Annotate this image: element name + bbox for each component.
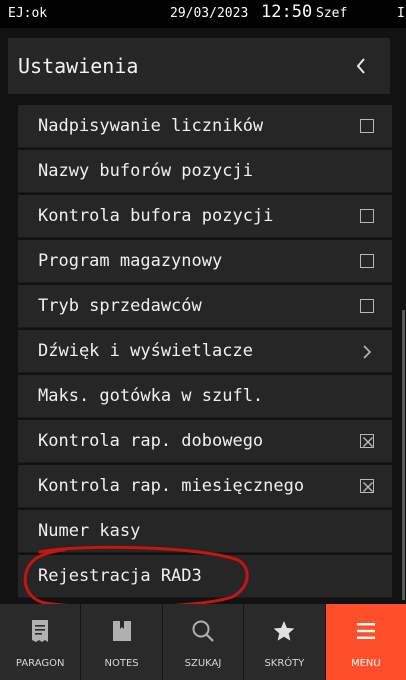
settings-list: Nadpisywanie liczników Nazwy buforów poz… [18,105,392,602]
tab-notes[interactable]: NOTES [81,604,163,680]
status-indicator: I [397,6,405,21]
setting-label: Rejestracja RAD3 [38,566,202,586]
setting-item-kontrola-bufora[interactable]: Kontrola bufora pozycji [18,195,392,238]
checkbox-checked[interactable] [360,479,374,493]
setting-item-kontrola-rap-miesiecznego[interactable]: Kontrola rap. miesięcznego [18,465,392,508]
tab-skroty[interactable]: SKRÓTY [244,604,326,680]
setting-item-dzwiek-i-wyswietlacze[interactable]: Dźwięk i wyświetlacze [18,330,392,373]
checkbox[interactable] [360,254,374,268]
receipt-icon [25,616,55,646]
scrollbar[interactable] [402,310,405,600]
back-button[interactable] [350,38,372,94]
notebook-icon [107,616,137,646]
checkbox[interactable] [360,209,374,223]
status-user: Szef [316,6,348,21]
x-mark-icon [363,482,373,492]
x-mark-icon [363,437,373,447]
setting-item-maks-gotowka[interactable]: Maks. gotówka w szufl. [18,375,392,418]
setting-label: Nadpisywanie liczników [38,116,264,136]
setting-label: Kontrola rap. miesięcznego [38,476,305,496]
setting-item-nadpisywanie-licznikow[interactable]: Nadpisywanie liczników [18,105,392,148]
setting-label: Maks. gotówka w szufl. [38,386,264,406]
tab-label: NOTES [104,658,139,669]
page-title: Ustawienia [18,54,139,78]
menu-icon [351,616,381,646]
setting-label: Nazwy buforów pozycji [38,161,253,181]
setting-label: Kontrola bufora pozycji [38,206,274,226]
ej-status: EJ:ok [8,6,48,21]
setting-item-kontrola-rap-dobowego[interactable]: Kontrola rap. dobowego [18,420,392,463]
setting-label: Numer kasy [38,521,141,541]
star-icon [269,616,299,646]
setting-label: Program magazynowy [38,251,223,271]
checkbox[interactable] [360,299,374,313]
tab-paragon[interactable]: PARAGON [0,604,82,680]
setting-item-nazwy-buforow[interactable]: Nazwy buforów pozycji [18,150,392,193]
checkbox-checked[interactable] [360,434,374,448]
search-icon [188,616,218,646]
bottom-tab-bar: PARAGON NOTES SZUKAJ SKRÓTY MENU [0,604,406,680]
tab-label: MENU [350,658,381,669]
tab-label: SZUKAJ [184,658,222,669]
setting-label: Kontrola rap. dobowego [38,431,264,451]
status-bar: EJ:ok 29/03/2023 12:50 Szef I [0,0,406,28]
setting-item-rejestracja-rad3[interactable]: Rejestracja RAD3 [18,555,392,598]
status-time: 12:50 [261,2,313,22]
tab-menu[interactable]: MENU [325,604,406,680]
chevron-right-icon [360,344,374,359]
tab-label: SKRÓTY [264,658,305,669]
checkbox[interactable] [360,119,374,133]
setting-label: Dźwięk i wyświetlacze [38,341,253,361]
setting-label: Tryb sprzedawców [38,296,202,316]
tab-label: PARAGON [15,658,65,669]
setting-item-numer-kasy[interactable]: Numer kasy [18,510,392,553]
setting-item-program-magazynowy[interactable]: Program magazynowy [18,240,392,283]
tab-szukaj[interactable]: SZUKAJ [163,604,245,680]
setting-item-tryb-sprzedawcow[interactable]: Tryb sprzedawców [18,285,392,328]
status-date: 29/03/2023 [170,6,249,21]
settings-header: Ustawienia [8,38,390,94]
chevron-left-icon [356,58,365,74]
